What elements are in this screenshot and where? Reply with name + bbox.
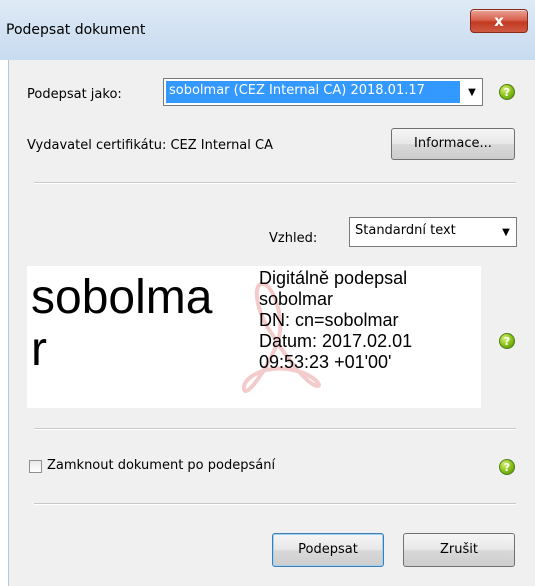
issuer-text: Vydavatel certifikátu: CEZ Internal CA [27,138,273,153]
cancel-button[interactable]: Zrušit [403,533,515,567]
info-button[interactable]: Informace... [391,128,515,160]
separator [34,503,516,505]
title-bar[interactable]: Podepsat dokument x [0,0,535,60]
appearance-value: Standardní text [355,223,456,238]
signer-name-line: r [31,323,47,376]
separator [34,428,516,430]
lock-checkbox[interactable] [29,460,42,473]
chevron-down-icon: ▼ [468,86,476,98]
window-title: Podepsat dokument [6,22,146,38]
appearance-select[interactable]: Standardní text ▼ [349,217,517,247]
signature-detail-line: Datum: 2017.02.01 [259,331,413,351]
sign-document-dialog: Podepsat dokument x Podepsat jako: sobol… [0,0,535,586]
signature-detail-line: DN: cn=sobolmar [259,310,399,330]
sign-as-label: Podepsat jako: [27,87,122,102]
sign-button[interactable]: Podepsat [272,533,384,567]
signature-preview: sobolma r Digitálně podepsal sobolmar DN… [27,266,481,408]
signer-name: sobolma r [31,272,261,376]
signer-name-line: sobolma [31,271,213,324]
help-icon[interactable]: ? [499,84,515,100]
chevron-down-icon: ▼ [502,226,510,238]
signature-detail-line: 09:53:23 +01'00' [259,352,392,372]
signature-detail-line: sobolmar [259,289,334,309]
close-button[interactable]: x [470,9,528,33]
sign-as-value: sobolmar (CEZ Internal CA) 2018.01.17 [166,81,460,103]
help-icon[interactable]: ? [499,333,515,349]
signature-detail-line: Digitálně podepsal [259,268,408,288]
lock-label[interactable]: Zamknout dokument po podepsání [47,458,275,473]
appearance-label: Vzhled: [269,231,318,246]
signature-details: Digitálně podepsal sobolmar DN: cn=sobol… [259,268,412,373]
help-icon[interactable]: ? [499,459,515,475]
sign-as-select[interactable]: sobolmar (CEZ Internal CA) 2018.01.17 ▼ [163,78,483,106]
separator [34,182,516,184]
close-icon: x [494,12,504,30]
